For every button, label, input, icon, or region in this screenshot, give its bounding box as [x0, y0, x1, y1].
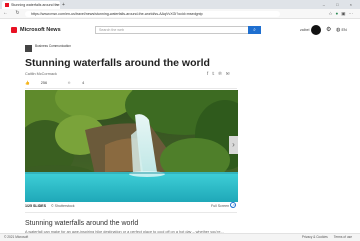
pinterest-icon[interactable]: ℗ [218, 71, 225, 76]
reactions-bar: 👍 256 ☺ 4 [25, 80, 104, 86]
search-placeholder: Search the web [99, 28, 124, 32]
partner-logo-icon [25, 45, 32, 52]
language-selector[interactable]: ◍ EN [336, 27, 347, 33]
terms-link[interactable]: Terms of use [334, 235, 352, 239]
collections-icon[interactable]: ▣ [341, 11, 348, 16]
page-title: Stunning waterfalls around the world [25, 57, 210, 69]
author-name[interactable]: Caitlin McCormack [25, 72, 57, 76]
tab-close-icon[interactable]: × [56, 1, 58, 9]
slide-caption-title: Stunning waterfalls around the world [25, 220, 139, 227]
site-logo-text[interactable]: Microsoft News [20, 27, 61, 33]
msn-favicon-icon [5, 2, 9, 7]
avatar[interactable] [311, 25, 321, 35]
privacy-link[interactable]: Privacy & Cookies [302, 235, 328, 239]
thumbs-up-icon: 👍 [25, 81, 30, 85]
reaction-count: 4 [82, 81, 85, 85]
search-input[interactable]: Search the web [95, 26, 261, 34]
language-label: EN [341, 28, 347, 32]
slide-source: © Shutterstock [50, 204, 75, 208]
divider [25, 88, 237, 89]
msn-header: Microsoft News Search the web ⌕ zalbel ⚙… [0, 19, 360, 41]
slide-count: 1/25 SLIDES [25, 204, 46, 208]
slide-counter: 1/25 SLIDES © Shutterstock [25, 204, 75, 208]
like-button[interactable]: 👍 256 [25, 81, 57, 85]
browser-tab-strip: Stunning waterfalls around the w × + – □… [0, 0, 360, 15]
globe-icon: ◍ [336, 27, 341, 33]
next-slide-button[interactable]: › [229, 136, 238, 154]
divider [25, 212, 237, 213]
smile-icon: ☺ [67, 81, 72, 85]
menu-icon[interactable]: ⋯ [349, 11, 357, 16]
user-name[interactable]: zalbel [300, 27, 309, 33]
window-controls[interactable]: – □ × [323, 0, 357, 9]
microsoft-logo-icon[interactable] [11, 27, 17, 33]
partner-name: Business Communication [35, 44, 71, 48]
navigation-buttons[interactable]: ← ↻ [3, 9, 23, 18]
address-bar: ← ↻ https://www.msn.com/en-us/travel/new… [0, 9, 360, 19]
star-icon[interactable]: ☆ [328, 11, 335, 16]
gear-icon[interactable]: ⚙ [326, 26, 331, 34]
reaction-button[interactable]: ☺ 4 [67, 81, 94, 85]
like-count: 256 [40, 81, 48, 85]
fullscreen-icon[interactable]: ⤢ [230, 202, 236, 208]
share-icons: f𝕥℗✉ [207, 71, 233, 77]
fullscreen-label[interactable]: Full Screen [211, 203, 229, 209]
new-tab-button[interactable]: + [62, 1, 65, 9]
waterfall-photo [25, 90, 238, 202]
slideshow-image[interactable] [25, 90, 238, 202]
search-button[interactable]: ⌕ [248, 26, 261, 34]
url-field[interactable]: https://www.msn.com/en-us/travel/news/st… [25, 10, 280, 17]
email-icon[interactable]: ✉ [226, 71, 234, 76]
browser-tab-active[interactable]: Stunning waterfalls around the w × [2, 1, 60, 15]
extension-icons: ☆●▣⋯ [328, 9, 356, 18]
